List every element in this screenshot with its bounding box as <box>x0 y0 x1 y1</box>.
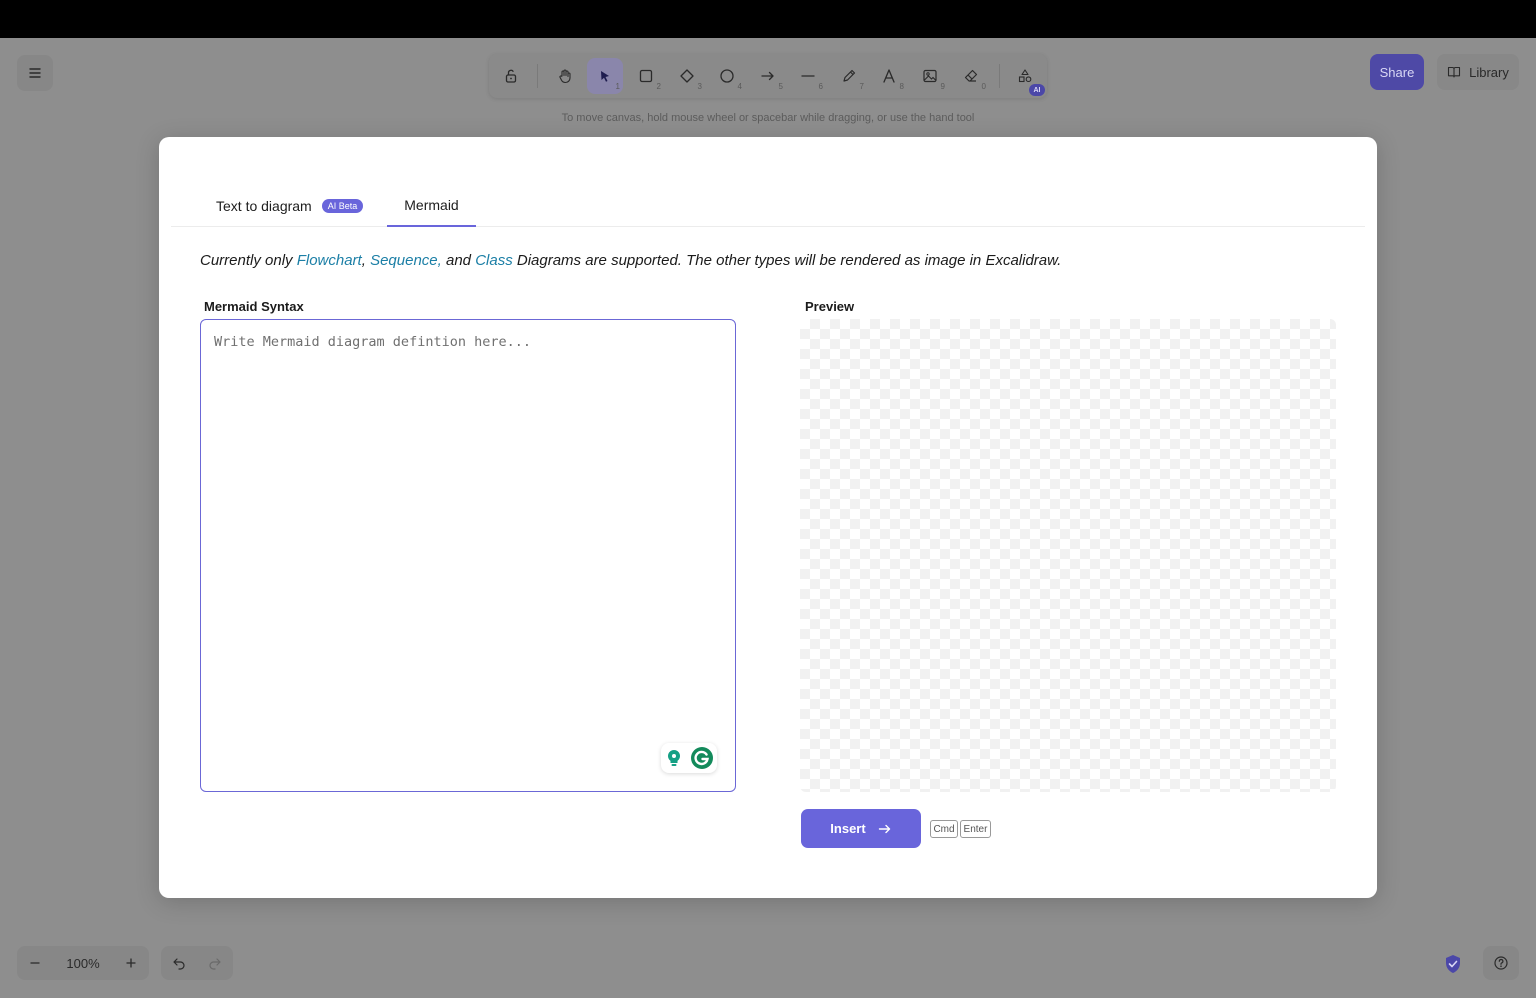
tool-diamond[interactable]: 3 <box>669 58 705 94</box>
mermaid-editor <box>200 319 736 792</box>
tool-text[interactable]: 8 <box>871 58 907 94</box>
line-icon <box>801 75 815 77</box>
tool-shortcut: 9 <box>940 82 945 91</box>
canvas-hint: To move canvas, hold mouse wheel or spac… <box>561 112 975 124</box>
hand-icon <box>559 69 571 84</box>
toolbar-separator <box>537 64 538 88</box>
tool-shortcut: 4 <box>737 82 742 91</box>
help-button[interactable] <box>1483 946 1519 980</box>
mermaid-syntax-label: Mermaid Syntax <box>204 299 304 314</box>
history-controls <box>161 946 233 980</box>
zoom-value[interactable]: 100% <box>53 956 113 971</box>
tool-image[interactable]: 9 <box>912 58 948 94</box>
tool-ellipse[interactable]: 4 <box>709 58 745 94</box>
pencil-icon <box>843 69 856 82</box>
sequence-link[interactable]: Sequence, <box>370 252 442 269</box>
zoom-out-button[interactable] <box>17 946 53 980</box>
library-label: Library <box>1469 64 1509 80</box>
tool-shortcut: 8 <box>899 82 904 91</box>
window-top-bar <box>0 0 1536 38</box>
encryption-badge[interactable] <box>1441 952 1465 976</box>
tool-shortcut: 3 <box>697 82 702 91</box>
tab-text-to-diagram[interactable]: Text to diagram AI Beta <box>216 185 364 227</box>
eraser-icon <box>964 69 978 82</box>
tool-toolbar: 1 2 3 4 5 6 7 8 9 0 AI <box>489 54 1047 98</box>
diamond-icon <box>680 69 694 83</box>
arrow-right-icon <box>878 824 890 833</box>
flowchart-link[interactable]: Flowchart <box>297 252 362 269</box>
tool-line[interactable]: 6 <box>790 58 826 94</box>
hamburger-icon <box>29 68 41 78</box>
redo-button[interactable] <box>197 946 233 980</box>
tool-shortcut: 2 <box>656 82 661 91</box>
tool-lock[interactable] <box>493 58 529 94</box>
shield-check-icon <box>1446 955 1460 973</box>
kbd-enter: Enter <box>960 820 991 838</box>
tab-mermaid[interactable]: Mermaid <box>387 185 476 227</box>
tool-shortcut: 5 <box>778 82 783 91</box>
preview-canvas <box>800 319 1336 792</box>
info-suffix: Diagrams are supported. The other types … <box>512 252 1062 269</box>
image-icon <box>923 69 937 83</box>
tool-shortcut: 7 <box>859 82 864 91</box>
tab-label: Text to diagram <box>216 198 312 214</box>
help-icon <box>1494 956 1508 970</box>
tool-rectangle[interactable]: 2 <box>628 58 664 94</box>
mermaid-input[interactable] <box>201 320 735 791</box>
main-menu-button[interactable] <box>17 55 53 91</box>
ai-beta-badge: AI Beta <box>321 199 364 213</box>
undo-button[interactable] <box>161 946 197 980</box>
zoom-in-button[interactable] <box>113 946 149 980</box>
rectangle-icon <box>639 69 653 83</box>
pointer-icon <box>601 71 609 82</box>
tool-hand[interactable] <box>547 58 583 94</box>
ellipse-icon <box>720 69 734 83</box>
grammarly-widget[interactable] <box>661 743 717 773</box>
unlock-icon <box>505 69 517 83</box>
shapes-icon <box>1018 69 1032 83</box>
insert-button[interactable]: Insert <box>801 809 921 848</box>
ai-badge: AI <box>1029 84 1045 96</box>
class-link[interactable]: Class <box>475 252 513 269</box>
redo-icon <box>209 958 221 970</box>
arrow-icon <box>761 71 774 81</box>
zoom-controls: 100% <box>17 946 149 980</box>
plus-icon <box>126 958 136 968</box>
toolbar-separator <box>999 64 1000 88</box>
lightbulb-icon <box>667 749 680 766</box>
tool-shortcut: 0 <box>981 82 986 91</box>
preview-label: Preview <box>805 299 855 314</box>
tool-eraser[interactable]: 0 <box>953 58 989 94</box>
undo-icon <box>173 958 185 970</box>
minus-icon <box>30 962 40 964</box>
tool-draw[interactable]: 7 <box>831 58 867 94</box>
tool-shortcut: 1 <box>615 82 620 91</box>
ttd-dialog: Text to diagram AI Beta Mermaid Currentl… <box>159 137 1377 898</box>
dialog-tabs: Text to diagram AI Beta Mermaid <box>171 185 1365 227</box>
grammarly-icon <box>690 747 713 769</box>
info-and: and <box>441 252 476 269</box>
book-icon <box>1448 66 1461 78</box>
tool-extra-shapes[interactable]: AI <box>1007 58 1045 96</box>
insert-label: Insert <box>830 821 866 836</box>
tool-shortcut: 6 <box>818 82 823 91</box>
text-icon <box>883 69 895 83</box>
info-prefix: Currently only <box>200 252 297 269</box>
supported-diagrams-note: Currently only Flowchart, Sequence, and … <box>200 252 1061 269</box>
tool-selection[interactable]: 1 <box>587 58 623 94</box>
share-button[interactable]: Share <box>1370 54 1424 90</box>
tab-label: Mermaid <box>404 197 459 213</box>
kbd-cmd: Cmd <box>930 820 958 838</box>
library-button[interactable]: Library <box>1437 54 1519 90</box>
info-comma: , <box>361 252 371 269</box>
tool-arrow[interactable]: 5 <box>750 58 786 94</box>
